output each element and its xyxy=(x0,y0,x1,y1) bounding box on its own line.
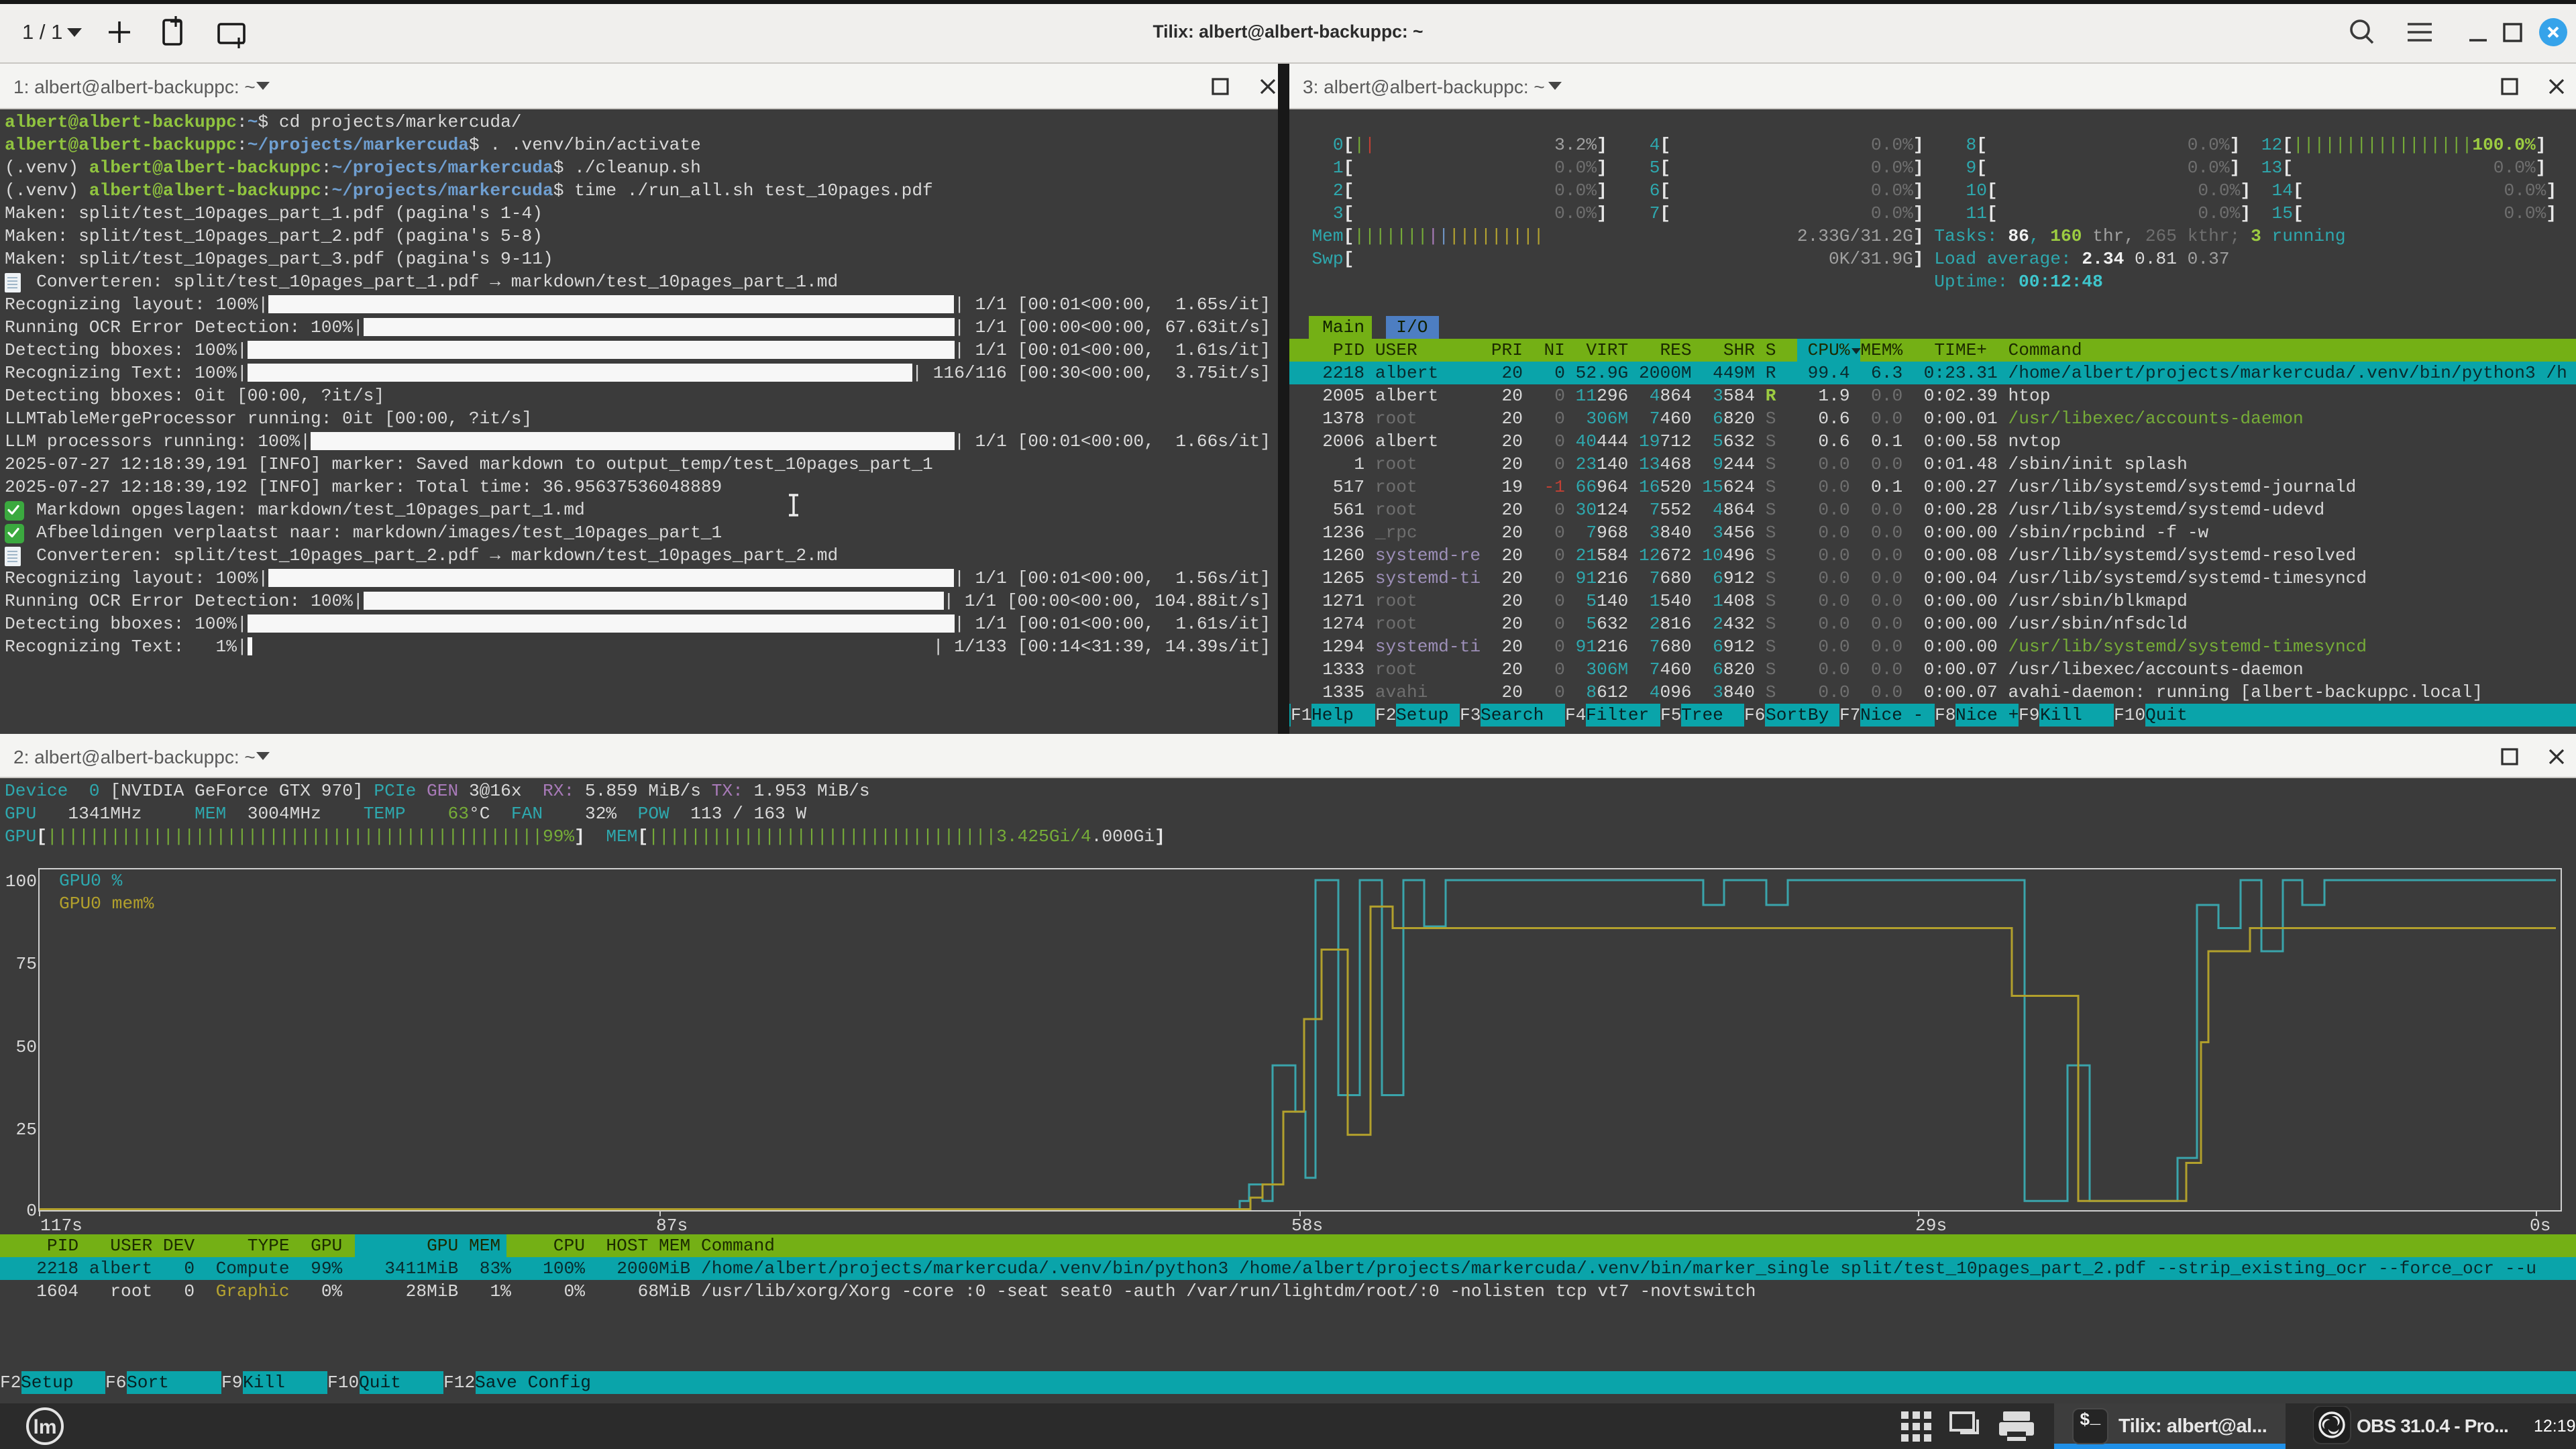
svg-text:0: 0 xyxy=(26,1201,37,1221)
svg-text:GPU0 %: GPU0 % xyxy=(59,871,123,891)
svg-text:29s: 29s xyxy=(1915,1216,1947,1236)
svg-text:87s: 87s xyxy=(656,1216,688,1236)
svg-text:25: 25 xyxy=(16,1120,37,1140)
svg-text:0s: 0s xyxy=(2530,1216,2551,1236)
svg-text:117s: 117s xyxy=(40,1216,83,1236)
svg-text:GPU0 mem%: GPU0 mem% xyxy=(59,894,154,914)
svg-text:50: 50 xyxy=(16,1037,37,1057)
svg-text:lm: lm xyxy=(33,1416,56,1438)
svg-text:58s: 58s xyxy=(1291,1216,1323,1236)
svg-text:75: 75 xyxy=(16,954,37,974)
svg-text:100: 100 xyxy=(5,871,37,892)
